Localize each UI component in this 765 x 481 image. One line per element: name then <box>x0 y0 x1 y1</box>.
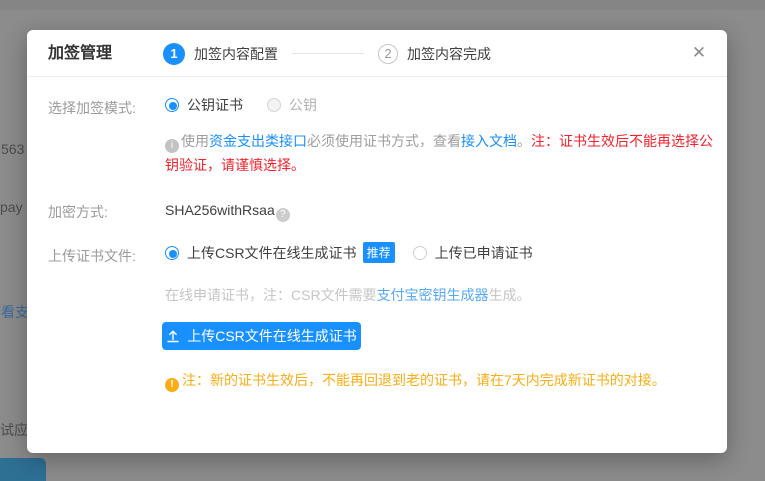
upload-options: 上传CSR文件在线生成证书 推荐 上传已申请证书 <box>165 242 533 263</box>
radio-checked-icon[interactable] <box>165 98 179 112</box>
radio-checked-icon[interactable] <box>165 246 179 260</box>
note-text: 使用 <box>181 133 209 149</box>
close-icon[interactable]: ✕ <box>689 43 709 63</box>
radio-upload-existing[interactable]: 上传已申请证书 <box>413 243 533 263</box>
warning-icon: ! <box>165 378 179 392</box>
encryption-value: SHA256withRsaa? <box>165 202 290 222</box>
hint-text: 生成。 <box>489 287 531 303</box>
step-connector-line <box>292 53 364 54</box>
radio-public-key[interactable]: 公钥 <box>267 95 317 115</box>
screen-overlay: 563 alipay 查看支 测试应 加签管理 1 加签内容配置 2 加签内容完… <box>0 0 765 481</box>
certificate-mode-note: i使用资金支出类接口必须使用证书方式，查看接入文档。注：证书生效后不能再选择公钥… <box>165 129 715 177</box>
upload-icon <box>166 329 180 343</box>
background-partial-number: 563 <box>1 141 24 157</box>
upload-csr-button-label: 上传CSR文件在线生成证书 <box>187 326 357 346</box>
csr-hint: 在线申请证书，注：CSR文件需要支付宝密钥生成器生成。 <box>165 285 531 305</box>
integration-doc-link[interactable]: 接入文档 <box>461 133 517 149</box>
step-2-label: 加签内容完成 <box>407 44 491 64</box>
encryption-algorithm: SHA256withRsaa <box>165 202 275 218</box>
radio-disabled-icon[interactable] <box>267 98 281 112</box>
upload-csr-button[interactable]: 上传CSR文件在线生成证书 <box>162 322 361 350</box>
help-icon[interactable]: ? <box>276 208 290 222</box>
sign-mode-options: 公钥证书 公钥 <box>165 95 317 115</box>
background-partial-appname: alipay <box>0 199 23 215</box>
radio-upload-existing-label: 上传已申请证书 <box>435 243 533 263</box>
encryption-label: 加密方式: <box>48 202 108 222</box>
step-2-circle: 2 <box>378 44 398 64</box>
sign-mode-label: 选择加签模式: <box>48 98 136 118</box>
background-header-band <box>0 0 765 10</box>
funds-api-link[interactable]: 资金支出类接口 <box>209 133 307 149</box>
step-1-circle: 1 <box>163 43 185 65</box>
hint-text: 在线申请证书，注：CSR文件需要 <box>165 287 377 303</box>
radio-public-key-certificate[interactable]: 公钥证书 <box>165 95 243 115</box>
radio-upload-csr-label: 上传CSR文件在线生成证书 <box>187 243 357 263</box>
radio-public-key-label: 公钥 <box>289 95 317 115</box>
info-icon: i <box>165 139 179 153</box>
background-partial-link: 查看支 <box>0 302 29 322</box>
dialog-title: 加签管理 <box>48 30 112 77</box>
step-indicator: 1 加签内容配置 2 加签内容完成 <box>163 30 491 77</box>
background-primary-button <box>0 458 46 481</box>
step-1-label: 加签内容配置 <box>194 44 278 64</box>
recommended-badge: 推荐 <box>363 242 395 263</box>
radio-public-key-certificate-label: 公钥证书 <box>187 95 243 115</box>
radio-upload-csr[interactable]: 上传CSR文件在线生成证书 推荐 <box>165 242 395 263</box>
key-generator-link[interactable]: 支付宝密钥生成器 <box>377 287 489 303</box>
dialog-header: 加签管理 1 加签内容配置 2 加签内容完成 ✕ <box>27 30 727 77</box>
note-text: 必须使用证书方式，查看 <box>307 133 461 149</box>
new-cert-warning-text: 注：新的证书生效后，不能再回退到老的证书，请在7天内完成新证书的对接。 <box>182 372 666 388</box>
upload-cert-label: 上传证书文件: <box>48 246 136 266</box>
new-cert-warning: !注：新的证书生效后，不能再回退到老的证书，请在7天内完成新证书的对接。 <box>165 370 666 392</box>
sign-management-dialog: 加签管理 1 加签内容配置 2 加签内容完成 ✕ 选择加签模式: 公钥证书 公钥 <box>27 30 727 453</box>
radio-unchecked-icon[interactable] <box>413 246 427 260</box>
background-partial-label: 测试应 <box>0 420 28 440</box>
note-text: 。 <box>517 133 531 149</box>
